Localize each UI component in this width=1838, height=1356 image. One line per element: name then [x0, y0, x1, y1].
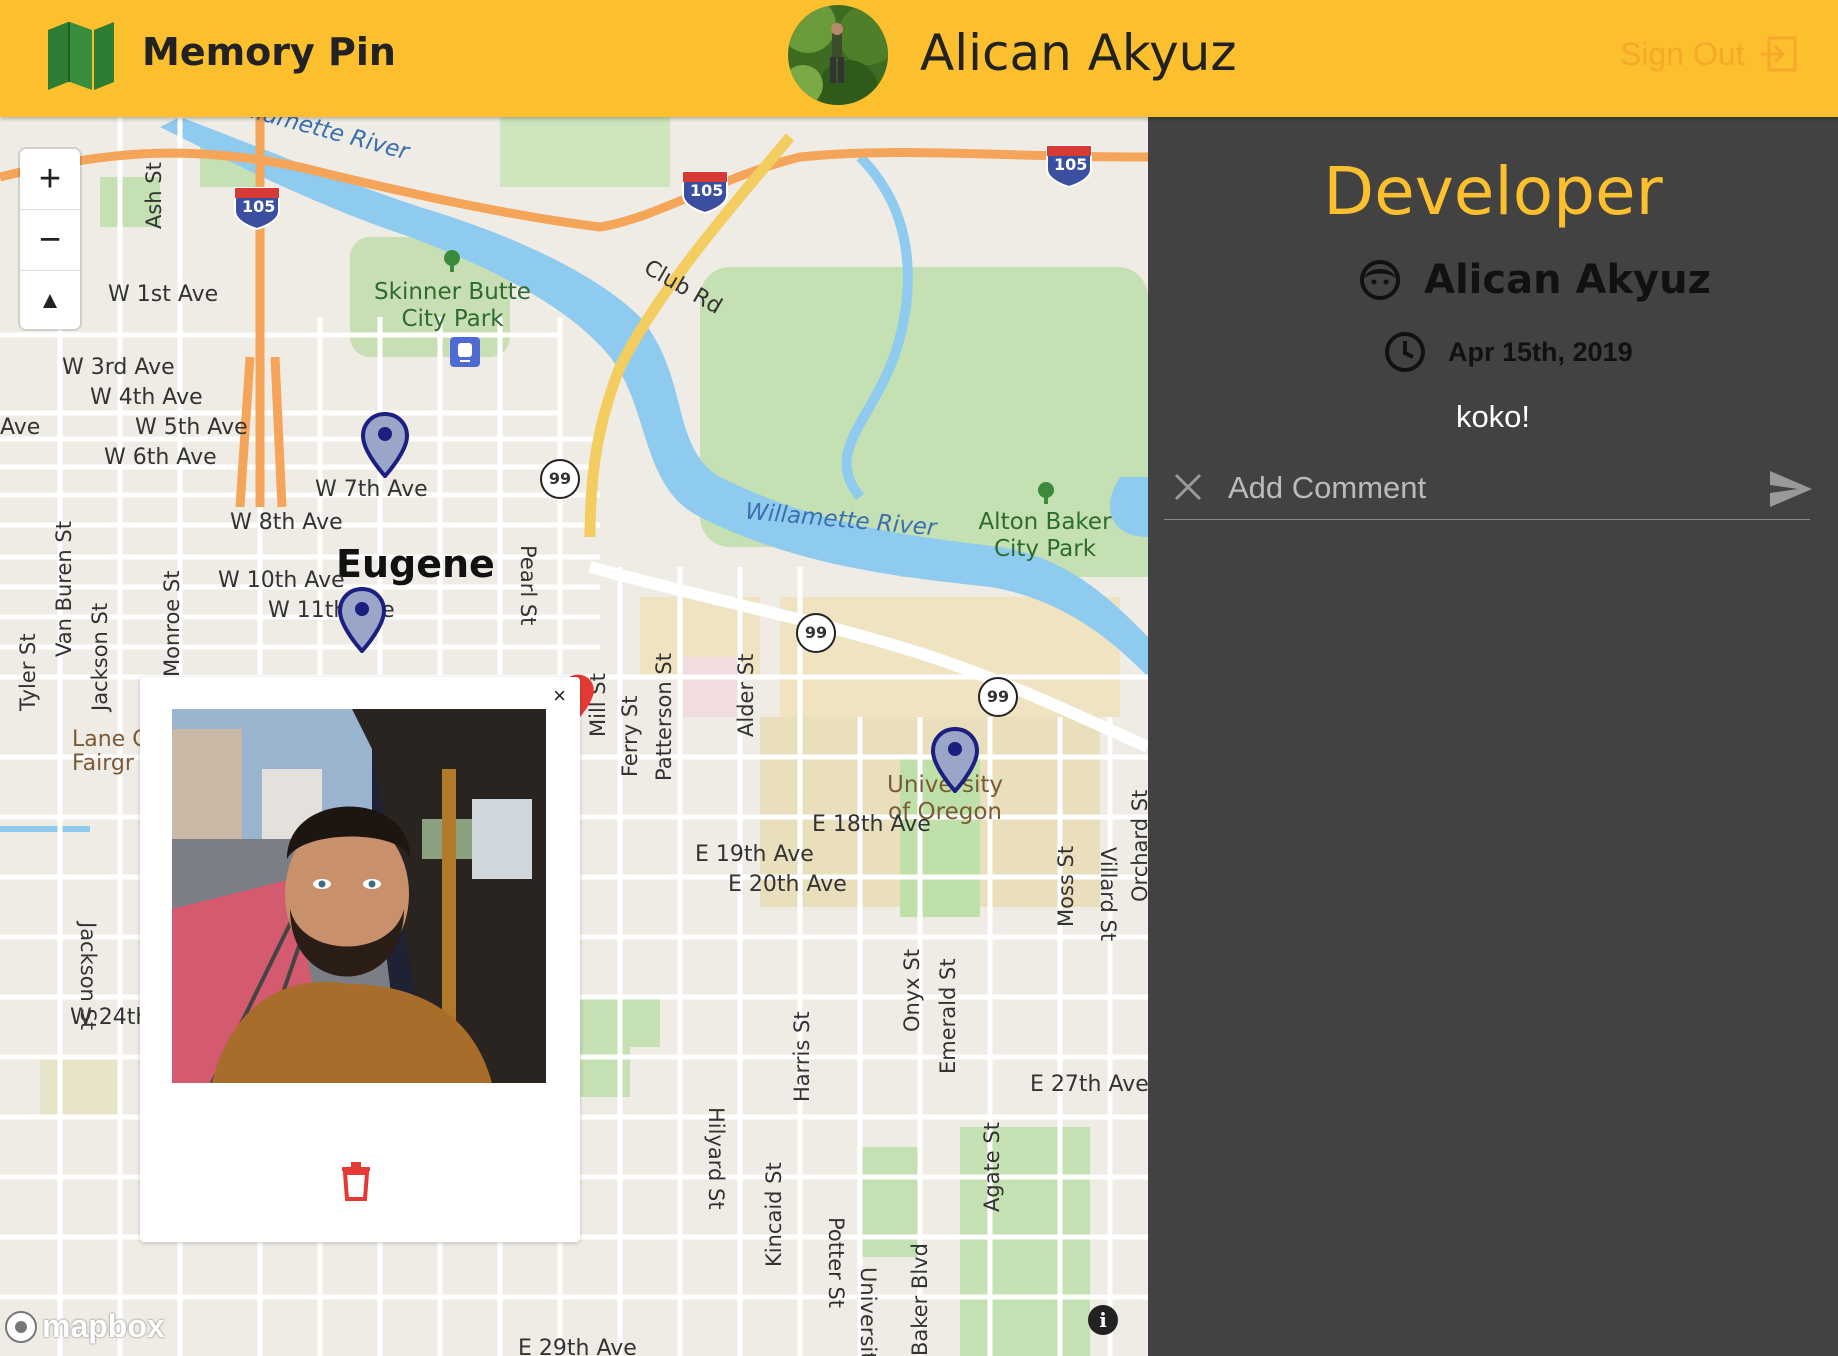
- street-label: W 3rd Ave: [62, 355, 175, 380]
- street-label: Harris St: [790, 1011, 814, 1102]
- street-label: E 19th Ave: [695, 842, 814, 867]
- shield-label: 105: [690, 181, 724, 200]
- map-icon: [48, 22, 114, 90]
- street-label: Lane C: [72, 727, 148, 752]
- street-label: Agate St: [980, 1122, 1004, 1212]
- street-label: Jackson St: [76, 922, 100, 1031]
- street-label: Orchard St: [1128, 789, 1148, 902]
- memory-author: Alican Akyuz: [1358, 257, 1711, 303]
- zoom-in-button[interactable]: +: [20, 149, 80, 210]
- app-header: Memory Pin Alican Akyuz Sign Out: [0, 0, 1838, 117]
- street-label: W 5th Ave: [135, 415, 248, 440]
- city-label: Eugene: [336, 542, 495, 586]
- street-label: Monroe St: [160, 570, 184, 677]
- street-label: E 18th Ave: [812, 812, 931, 837]
- street-label: Ave: [0, 415, 41, 440]
- street-label: Patterson St: [652, 653, 676, 781]
- memory-title: Developer: [1323, 153, 1663, 230]
- shield-label: 105: [1054, 155, 1088, 174]
- memory-text: koko!: [1455, 399, 1531, 434]
- memory-photo: [172, 709, 546, 1083]
- street-label: Kincaid St: [762, 1162, 786, 1267]
- sign-out-button[interactable]: Sign Out: [1620, 34, 1799, 74]
- route-shield: 99: [978, 677, 1018, 717]
- street-label: Fairgr: [72, 751, 134, 776]
- street-label: Moss St: [1054, 845, 1078, 927]
- trash-icon[interactable]: [340, 1161, 372, 1201]
- park-label: Skinner Butte City Park: [374, 279, 531, 332]
- shield-label: 105: [242, 197, 276, 216]
- mapbox-logo-icon: [5, 1310, 37, 1343]
- street-label: Hilyard St: [704, 1107, 728, 1210]
- street-label: E 29th Ave: [518, 1336, 637, 1356]
- memory-pin-marker[interactable]: [360, 412, 410, 478]
- street-label: W 6th Ave: [104, 445, 217, 470]
- train-station-icon: [450, 337, 480, 367]
- comment-input[interactable]: [1226, 465, 1750, 511]
- street-label: Ash St: [142, 162, 166, 229]
- app-title: Memory Pin: [142, 30, 396, 74]
- memory-pin-marker[interactable]: [337, 587, 387, 653]
- street-label: Tyler St: [16, 633, 40, 711]
- street-label: Jackson St: [88, 602, 112, 711]
- park-label: Alton Baker City Park: [978, 509, 1112, 562]
- street-label: W 1st Ave: [108, 282, 219, 307]
- tree-icon: [1038, 482, 1054, 504]
- street-label: Villard St: [1096, 847, 1120, 942]
- memory-detail-panel: Developer Alican Akyuz Apr 15th, 2019 ko…: [1148, 117, 1838, 1356]
- street-label: W 10th Ave: [218, 568, 345, 593]
- memory-popup: ×: [140, 677, 580, 1242]
- street-label: E 20th Ave: [728, 872, 847, 897]
- street-label: Potter St: [824, 1217, 848, 1309]
- street-label: Van Buren St: [52, 521, 76, 657]
- map-view[interactable]: Willamette River Willamette River Skinne…: [0, 117, 1148, 1356]
- street-label: W 7th Ave: [315, 477, 428, 502]
- memory-date: Apr 15th, 2019: [1384, 331, 1633, 373]
- route-shield: 99: [540, 459, 580, 499]
- mapbox-attribution[interactable]: mapbox: [4, 1308, 165, 1345]
- face-icon: [1360, 260, 1400, 300]
- avatar: [788, 5, 888, 105]
- street-label: Alder St: [734, 653, 758, 737]
- compass-button[interactable]: ▲: [20, 271, 80, 331]
- zoom-out-button[interactable]: −: [20, 210, 80, 271]
- route-shield: 99: [796, 613, 836, 653]
- street-label: W 8th Ave: [230, 510, 343, 535]
- street-label: Emerald St: [936, 958, 960, 1074]
- tree-icon: [444, 250, 460, 272]
- user-name: Alican Akyuz: [920, 24, 1237, 82]
- author-name: Alican Akyuz: [1424, 257, 1711, 303]
- comment-form: [1164, 459, 1812, 520]
- close-icon[interactable]: [1172, 471, 1204, 503]
- exit-icon: [1760, 36, 1797, 72]
- send-icon[interactable]: [1768, 469, 1814, 509]
- street-label: Baker Blvd: [908, 1243, 932, 1356]
- date-text: Apr 15th, 2019: [1448, 336, 1633, 367]
- street-label: University: [856, 1267, 880, 1356]
- street-label: Pearl St: [516, 545, 540, 626]
- sign-out-label: Sign Out: [1620, 35, 1745, 72]
- mapbox-wordmark: mapbox: [42, 1308, 165, 1344]
- memory-pin-marker[interactable]: [930, 727, 980, 793]
- street-label: Onyx St: [900, 949, 924, 1032]
- popup-close-button[interactable]: ×: [553, 683, 566, 709]
- clock-icon: [1385, 332, 1425, 372]
- info-button[interactable]: i: [1088, 1305, 1118, 1335]
- map-navigation-control: + − ▲: [20, 149, 80, 329]
- street-label: E 27th Ave: [1030, 1072, 1148, 1097]
- street-label: Ferry St: [618, 695, 642, 777]
- street-label: W 4th Ave: [90, 385, 203, 410]
